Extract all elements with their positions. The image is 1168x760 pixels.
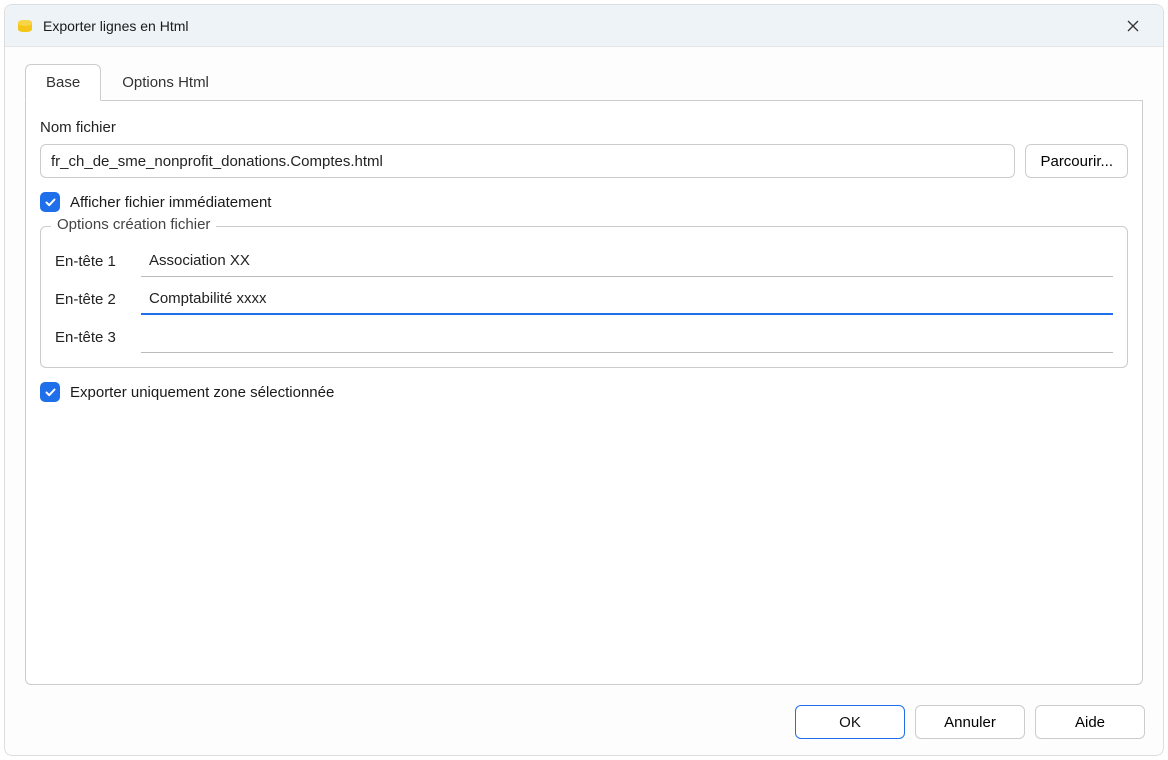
- show-file-label: Afficher fichier immédiatement: [70, 194, 271, 211]
- cancel-button[interactable]: Annuler: [915, 705, 1025, 739]
- help-button[interactable]: Aide: [1035, 705, 1145, 739]
- header1-label: En-tête 1: [55, 253, 127, 270]
- filename-row: Parcourir...: [40, 144, 1128, 178]
- tab-bar: Base Options Html: [25, 63, 1143, 101]
- header3-label: En-tête 3: [55, 329, 127, 346]
- check-icon: [44, 386, 57, 399]
- browse-button[interactable]: Parcourir...: [1025, 144, 1128, 178]
- titlebar: Exporter lignes en Html: [5, 5, 1163, 47]
- export-selection-checkbox[interactable]: [40, 382, 60, 402]
- export-dialog: Exporter lignes en Html Base Options Htm…: [4, 4, 1164, 756]
- header2-input[interactable]: [141, 283, 1113, 315]
- spacer: [40, 416, 1128, 670]
- tab-base[interactable]: Base: [25, 64, 101, 101]
- header1-input[interactable]: [141, 245, 1113, 277]
- button-bar: OK Annuler Aide: [5, 695, 1163, 755]
- header2-label: En-tête 2: [55, 291, 127, 308]
- tab-panel-base: Nom fichier Parcourir... Afficher fichie…: [25, 101, 1143, 685]
- filename-label: Nom fichier: [40, 119, 1128, 136]
- header2-row: En-tête 2: [55, 283, 1113, 315]
- header3-input[interactable]: [141, 321, 1113, 353]
- window-title: Exporter lignes en Html: [43, 18, 1113, 34]
- tab-options-html[interactable]: Options Html: [101, 64, 230, 101]
- header1-row: En-tête 1: [55, 245, 1113, 277]
- app-icon: [15, 16, 35, 36]
- show-file-row: Afficher fichier immédiatement: [40, 192, 1128, 212]
- header3-row: En-tête 3: [55, 321, 1113, 353]
- check-icon: [44, 196, 57, 209]
- filename-input[interactable]: [40, 144, 1015, 178]
- options-creation-group: Options création fichier En-tête 1 En-tê…: [40, 226, 1128, 368]
- ok-button[interactable]: OK: [795, 705, 905, 739]
- export-selection-label: Exporter uniquement zone sélectionnée: [70, 384, 334, 401]
- close-icon: [1127, 20, 1139, 32]
- show-file-checkbox[interactable]: [40, 192, 60, 212]
- export-selection-row: Exporter uniquement zone sélectionnée: [40, 382, 1128, 402]
- options-creation-title: Options création fichier: [51, 216, 216, 233]
- close-button[interactable]: [1113, 10, 1153, 42]
- dialog-body: Base Options Html Nom fichier Parcourir.…: [5, 47, 1163, 695]
